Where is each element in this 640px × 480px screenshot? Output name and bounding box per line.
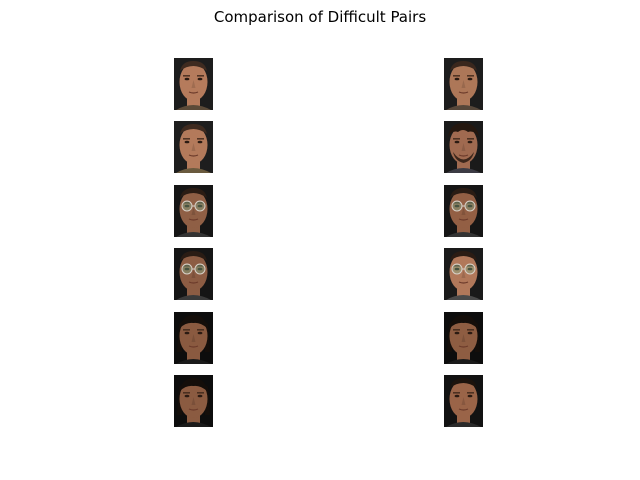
face-image-left-5 [174,312,213,364]
face-image-right-6 [444,375,483,427]
face-image-left-2 [174,121,213,173]
face-image-left-3 [174,185,213,237]
face-image-right-5 [444,312,483,364]
face-image-left-6 [174,375,213,427]
figure-title: Comparison of Difficult Pairs [213,8,427,26]
face-image-right-1 [444,58,483,110]
face-image-right-2 [444,121,483,173]
face-image-right-3 [444,185,483,237]
face-image-left-4 [174,248,213,300]
face-image-right-4 [444,248,483,300]
figure: Comparison of Difficult Pairs [0,0,640,480]
face-image-left-1 [174,58,213,110]
